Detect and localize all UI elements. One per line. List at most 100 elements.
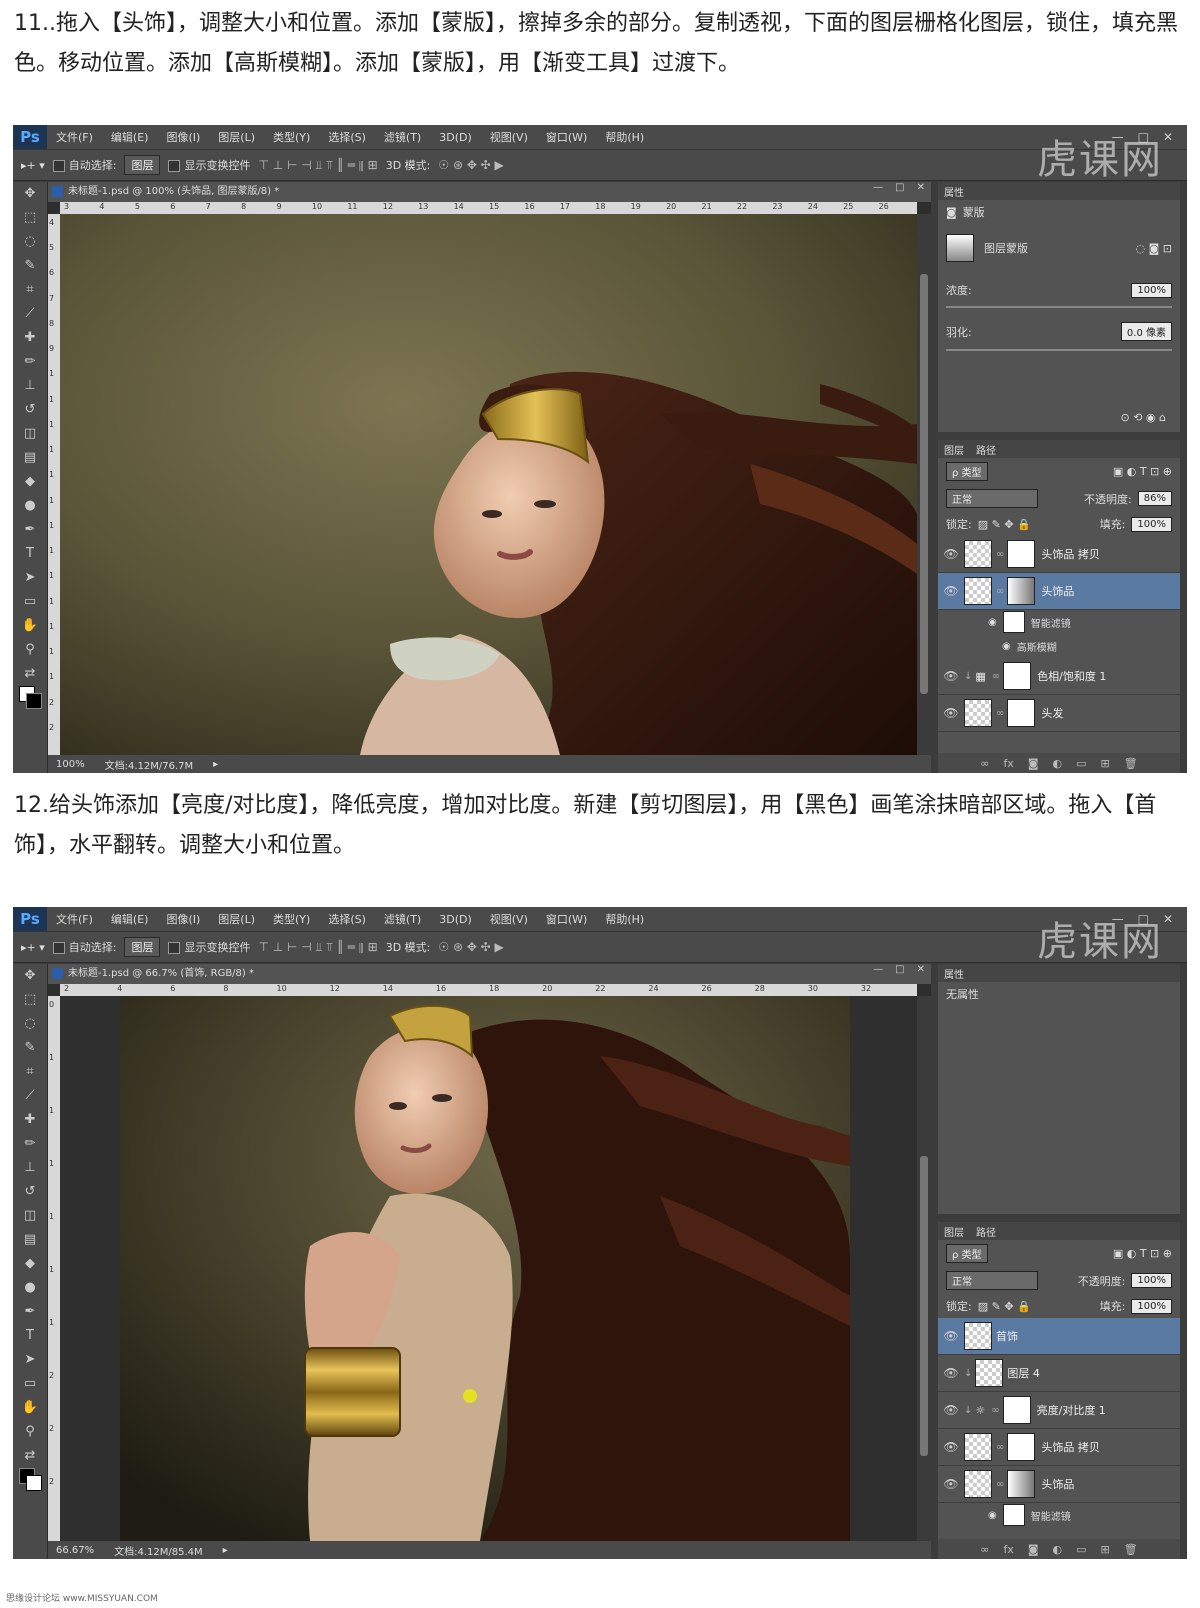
menu-help[interactable]: 帮助(H)	[596, 129, 653, 145]
zoom-tool-icon[interactable]: ⚲	[25, 638, 35, 662]
auto-select-checkbox[interactable]: 自动选择:	[52, 157, 116, 173]
gradient-tool-icon[interactable]: ▤	[24, 446, 36, 470]
zoom-level[interactable]: 100%	[56, 759, 85, 770]
eye-icon[interactable]: 👁	[938, 1329, 964, 1343]
show-transform-checkbox[interactable]: 显示变换控件	[168, 939, 250, 955]
lasso-tool-icon[interactable]: ◌	[24, 1012, 35, 1036]
menu-file[interactable]: 文件(F)	[47, 911, 102, 927]
layers-tab[interactable]: 图层	[944, 442, 964, 457]
layer-row[interactable]: 👁 ∞ 头饰品 拷贝	[938, 536, 1180, 573]
marquee-tool-icon[interactable]: ⬚	[24, 988, 36, 1012]
menu-image[interactable]: 图像(I)	[157, 129, 209, 145]
marquee-tool-icon[interactable]: ⬚	[24, 206, 36, 230]
color-swatches[interactable]	[19, 1468, 42, 1491]
new-layer-icon[interactable]: ⊞	[1101, 1543, 1110, 1556]
menu-select[interactable]: 选择(S)	[319, 911, 375, 927]
menu-image[interactable]: 图像(I)	[157, 911, 209, 927]
layer-mask-thumbnail[interactable]	[1002, 1396, 1031, 1424]
history-brush-icon[interactable]: ↺	[25, 1180, 36, 1204]
mask-action-icons[interactable]: ◌ ◙ ⊡	[1136, 242, 1172, 255]
eye-icon[interactable]: 👁	[938, 547, 964, 561]
align-icons[interactable]: ⊤ ⊥ ⊢ ⊣ ⫫ ⫪ ║ ═ ⫴ ⊞	[258, 158, 377, 173]
quick-select-icon[interactable]: ✎	[25, 1036, 36, 1060]
layer-row[interactable]: 👁 ↓ ▦ ∞ 色相/饱和度 1	[938, 658, 1180, 695]
eraser-icon[interactable]: ◫	[24, 422, 36, 446]
opacity-field[interactable]: 86%	[1137, 491, 1172, 506]
auto-select-dropdown[interactable]: 图层	[124, 937, 161, 957]
brush-tool-icon[interactable]: ✏	[25, 1132, 36, 1156]
hand-tool-icon[interactable]: ✋	[22, 614, 38, 638]
layer-mask-thumbnail[interactable]	[1007, 1470, 1036, 1498]
fx-icon[interactable]: fx	[1003, 1543, 1013, 1556]
document-tab[interactable]: 未标题-1.psd @ 66.7% (首饰, RGB/8) *	[48, 964, 931, 984]
properties-footer-icons[interactable]: ⊙ ⟲ ◉ ⌂	[1112, 407, 1174, 428]
menu-view[interactable]: 视图(V)	[481, 129, 537, 145]
healing-brush-icon[interactable]: ✚	[25, 326, 36, 350]
stamp-tool-icon[interactable]: ⊥	[24, 1156, 35, 1180]
layer-row[interactable]: 👁 ↓ 图层 4	[938, 1355, 1180, 1392]
eye-icon[interactable]: 👁	[938, 669, 964, 683]
lasso-tool-icon[interactable]: ◌	[24, 230, 35, 254]
menu-type[interactable]: 类型(Y)	[264, 129, 319, 145]
adjustment-layer-icon[interactable]: ◐	[1053, 757, 1063, 770]
healing-brush-icon[interactable]: ✚	[25, 1108, 36, 1132]
density-slider[interactable]	[946, 306, 1172, 308]
menu-window[interactable]: 窗口(W)	[537, 911, 596, 927]
eye-icon[interactable]: 👁	[938, 1477, 964, 1491]
brush-tool-icon[interactable]: ✏	[25, 350, 36, 374]
menu-select[interactable]: 选择(S)	[319, 129, 375, 145]
opacity-field[interactable]: 100%	[1131, 1273, 1172, 1288]
menu-filter[interactable]: 滤镜(T)	[375, 911, 430, 927]
eyedropper-icon[interactable]: ⟋	[25, 1084, 34, 1108]
auto-select-dropdown[interactable]: 图层	[124, 155, 161, 175]
menu-filter[interactable]: 滤镜(T)	[375, 129, 430, 145]
history-brush-icon[interactable]: ↺	[25, 398, 36, 422]
doc-maximize-icon[interactable]: □	[895, 964, 904, 975]
layer-row[interactable]: 👁 ∞ 头饰品	[938, 1466, 1180, 1503]
menu-view[interactable]: 视图(V)	[481, 911, 537, 927]
move-tool-icon[interactable]: ▸+ ▾	[21, 159, 45, 172]
doc-minimize-icon[interactable]: —	[873, 182, 883, 193]
image-canvas[interactable]	[60, 214, 917, 755]
layer-filter-dropdown[interactable]: ρ 类型	[946, 462, 988, 481]
smart-filter-row[interactable]: ◉ 智能滤镜	[938, 610, 1180, 634]
eye-icon[interactable]: 👁	[938, 584, 964, 598]
vertical-scrollbar[interactable]	[917, 996, 931, 1541]
eye-icon[interactable]: 👁	[938, 706, 964, 720]
eyedropper-icon[interactable]: ⟋	[25, 302, 34, 326]
quick-select-icon[interactable]: ✎	[25, 254, 36, 278]
eye-icon[interactable]: ◉	[1002, 641, 1011, 652]
gradient-tool-icon[interactable]: ▤	[24, 1228, 36, 1252]
smart-filter-row[interactable]: ◉ 智能滤镜	[938, 1503, 1180, 1527]
add-mask-icon[interactable]: ◙	[1028, 1543, 1039, 1556]
close-icon[interactable]: ✕	[1163, 130, 1173, 144]
pen-tool-icon[interactable]: ✒	[25, 518, 36, 542]
zoom-tool-icon[interactable]: ⚲	[25, 1420, 35, 1444]
path-select-icon[interactable]: ➤	[25, 1348, 36, 1372]
hand-tool-icon[interactable]: ✋	[22, 1396, 38, 1420]
menu-3d[interactable]: 3D(D)	[430, 131, 481, 144]
add-mask-icon[interactable]: ◙	[1028, 757, 1039, 770]
layer-row[interactable]: 👁 ∞ 头饰品 拷贝	[938, 1429, 1180, 1466]
eraser-icon[interactable]: ◫	[24, 1204, 36, 1228]
path-select-icon[interactable]: ➤	[25, 566, 36, 590]
filter-icons[interactable]: ▣ ◐ T ⊡ ⊕	[1113, 1247, 1172, 1260]
paths-tab[interactable]: 路径	[976, 442, 996, 457]
menu-type[interactable]: 类型(Y)	[264, 911, 319, 927]
pen-tool-icon[interactable]: ✒	[25, 1300, 36, 1324]
menu-help[interactable]: 帮助(H)	[596, 911, 653, 927]
dodge-tool-icon[interactable]: ●	[24, 494, 35, 518]
filter-row[interactable]: ◉ 高斯模糊	[938, 634, 1180, 658]
new-group-icon[interactable]: ▭	[1076, 1543, 1086, 1556]
menu-layer[interactable]: 图层(L)	[209, 129, 264, 145]
doc-close-icon[interactable]: ✕	[917, 964, 925, 975]
menu-3d[interactable]: 3D(D)	[430, 913, 481, 926]
lock-icons[interactable]: ▨ ✎ ✥ 🔒	[978, 518, 1031, 531]
doc-close-icon[interactable]: ✕	[917, 182, 925, 193]
shape-tool-icon[interactable]: ▭	[24, 1372, 36, 1396]
layer-row-selected[interactable]: 👁 首饰	[938, 1318, 1180, 1355]
type-tool-icon[interactable]: T	[26, 1324, 34, 1348]
layer-row[interactable]: 👁 ↓ ☼ ∞ 亮度/对比度 1	[938, 1392, 1180, 1429]
menu-layer[interactable]: 图层(L)	[209, 911, 264, 927]
layer-row-selected[interactable]: 👁 ∞ 头饰品	[938, 573, 1180, 610]
